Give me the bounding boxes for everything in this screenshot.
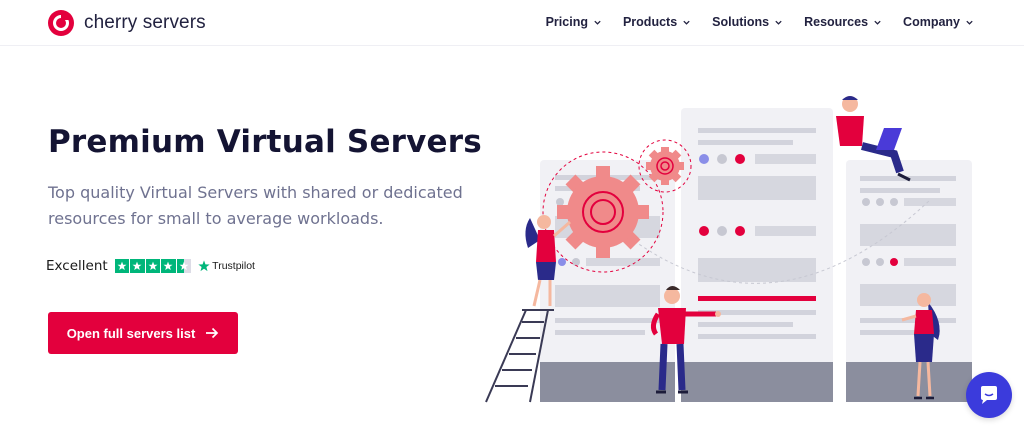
hero-illustration: [485, 96, 972, 403]
nav-company-label: Company: [903, 15, 960, 29]
trustpilot-star-icon: [198, 260, 210, 272]
cta-label: Open full servers list: [66, 325, 196, 341]
chevron-down-icon: [874, 20, 881, 25]
chat-bubble-icon: [981, 386, 997, 404]
nav-pricing-label: Pricing: [545, 15, 588, 29]
chat-widget-button[interactable]: [966, 372, 1012, 418]
nav-products-label: Products: [622, 15, 678, 29]
trustpilot-widget[interactable]: Excellent Trustpilot: [46, 258, 255, 274]
chevron-down-icon: [594, 20, 601, 25]
main-nav: Pricing Products Solutions Resources Com…: [546, 15, 974, 29]
nav-solutions[interactable]: Solutions: [712, 15, 783, 29]
open-servers-list-button[interactable]: Open full servers list: [48, 312, 238, 354]
nav-resources-label: Resources: [804, 15, 869, 29]
nav-resources[interactable]: Resources: [804, 15, 882, 29]
logo-text: cherry servers: [84, 12, 206, 33]
trustpilot-rating-text: Excellent: [46, 258, 108, 274]
trustpilot-stars: [114, 258, 192, 274]
trustpilot-brand: Trustpilot: [212, 260, 255, 272]
hero-subtitle: Top quality Virtual Servers with shared …: [48, 183, 463, 228]
chevron-down-icon: [775, 20, 782, 25]
logo[interactable]: cherry servers: [47, 9, 206, 37]
server-panel-right: [846, 160, 972, 402]
trustpilot-logo: Trustpilot: [198, 260, 255, 272]
chevron-down-icon: [683, 20, 690, 25]
site-header: cherry servers Pricing Products Solution…: [0, 0, 1024, 46]
arrow-right-icon: [206, 327, 219, 339]
nav-company[interactable]: Company: [903, 15, 974, 29]
nav-solutions-label: Solutions: [712, 15, 770, 29]
gear-large-icon: [557, 166, 649, 258]
star-icon: [130, 258, 145, 274]
nav-pricing[interactable]: Pricing: [546, 15, 602, 29]
page: cherry servers Pricing Products Solution…: [0, 0, 1024, 427]
page-title: Premium Virtual Servers: [48, 124, 482, 160]
half-star-icon: [176, 258, 192, 274]
star-icon: [145, 258, 161, 274]
cherry-logo-icon: [48, 10, 74, 36]
star-icon: [161, 258, 176, 274]
nav-products[interactable]: Products: [623, 15, 691, 29]
chevron-down-icon: [966, 20, 973, 25]
gear-small-icon: [646, 147, 684, 185]
star-icon: [114, 258, 130, 274]
server-panel-middle: [681, 108, 833, 402]
